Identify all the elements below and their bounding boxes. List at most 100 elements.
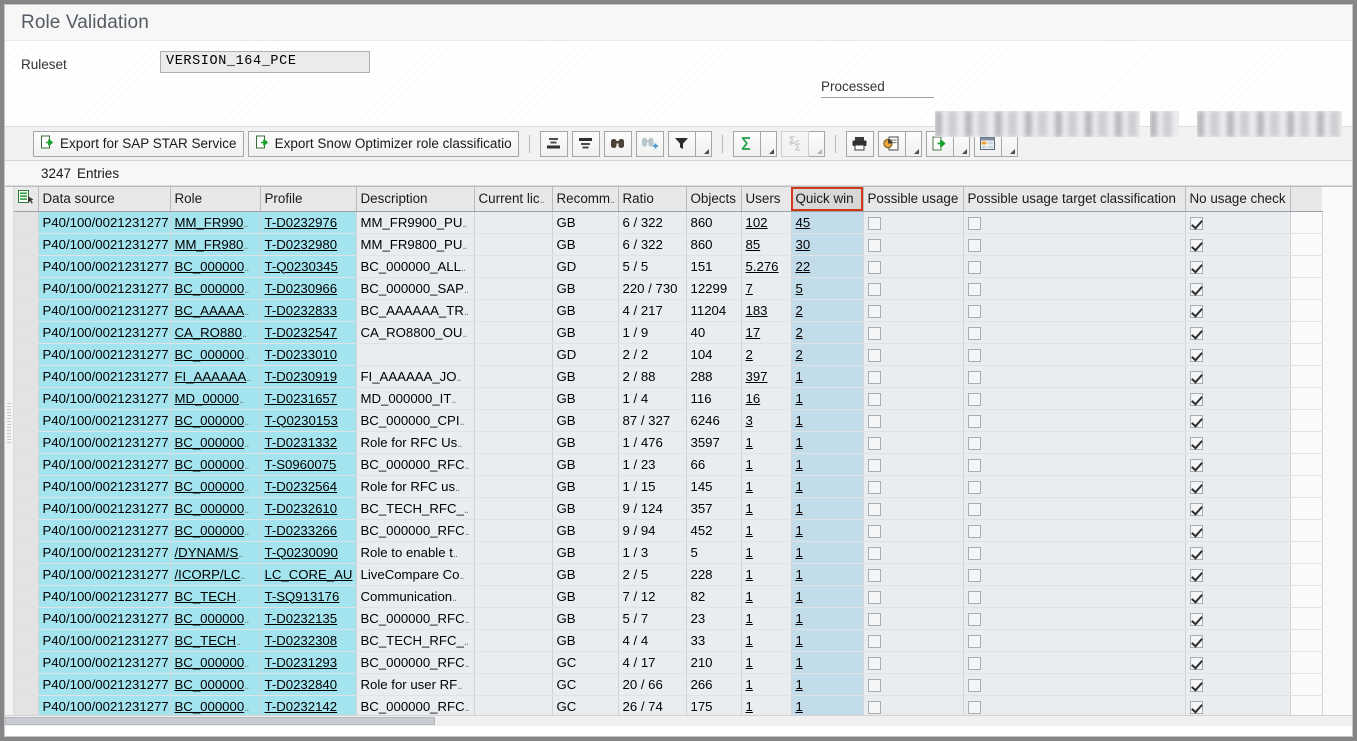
cell-quick-win[interactable]: 1: [790, 497, 864, 520]
cell-role[interactable]: BC_000000..: [170, 343, 261, 366]
cell-no-usage-check[interactable]: [1185, 519, 1291, 542]
quick-win-link[interactable]: 1: [796, 435, 803, 450]
cell-quick-win[interactable]: 2: [790, 321, 864, 344]
profile-link[interactable]: T-D0232980: [265, 237, 338, 252]
checkbox-checked[interactable]: [1189, 370, 1203, 384]
checkbox-checked[interactable]: [1189, 546, 1203, 560]
cell-profile[interactable]: LC_CORE_AU: [260, 563, 357, 586]
cell-possible-usage[interactable]: [863, 211, 964, 234]
checkbox-unchecked[interactable]: [967, 238, 981, 252]
role-link[interactable]: BC_000000: [175, 435, 245, 450]
cell-profile[interactable]: T-D0231332: [260, 431, 357, 454]
cell-profile[interactable]: T-D0232547: [260, 321, 357, 344]
cell-role[interactable]: CA_RO880..: [170, 321, 261, 344]
cell-no-usage-check[interactable]: [1185, 211, 1291, 234]
cell-quick-win[interactable]: 30: [790, 233, 864, 256]
cell-profile[interactable]: T-D0230919: [260, 365, 357, 388]
cell-role[interactable]: /DYNAM/S..: [170, 541, 261, 564]
cell-no-usage-check[interactable]: [1185, 321, 1291, 344]
cell-no-usage-check[interactable]: [1185, 409, 1291, 432]
cell-role[interactable]: BC_000000..: [170, 255, 261, 278]
profile-link[interactable]: T-D0233010: [265, 347, 338, 362]
cell-possible-usage[interactable]: [863, 321, 964, 344]
row-selector-cell[interactable]: [14, 519, 39, 542]
checkbox-checked[interactable]: [1189, 700, 1203, 714]
profile-link[interactable]: T-D0232840: [265, 677, 338, 692]
checkbox-checked[interactable]: [1189, 568, 1203, 582]
cell-possible-usage[interactable]: [863, 277, 964, 300]
checkbox-unchecked[interactable]: [867, 634, 881, 648]
profile-link[interactable]: T-D0230966: [265, 281, 338, 296]
profile-link[interactable]: T-D0232135: [265, 611, 338, 626]
cell-role[interactable]: MD_00000..: [170, 387, 261, 410]
cell-profile[interactable]: T-Q0230090: [260, 541, 357, 564]
cell-users[interactable]: 1: [741, 519, 792, 542]
cell-possible-usage[interactable]: [863, 695, 964, 718]
cell-possible-usage[interactable]: [863, 255, 964, 278]
table-row[interactable]: P40/100/0021231277 BC_TECH.. T-D0232308 BC_…: [14, 629, 1323, 652]
cell-possible-usage[interactable]: [863, 431, 964, 454]
cell-profile[interactable]: T-D0232833: [260, 299, 357, 322]
horizontal-scrollbar[interactable]: [5, 715, 1352, 726]
table-row[interactable]: P40/100/0021231277/DYNAM/S.. T-Q0230090 Ro…: [14, 541, 1323, 564]
checkbox-unchecked[interactable]: [967, 392, 981, 406]
users-link[interactable]: 1: [746, 545, 753, 560]
checkbox-unchecked[interactable]: [867, 370, 881, 384]
quick-win-link[interactable]: 45: [796, 215, 811, 230]
cell-users[interactable]: 1: [741, 673, 792, 696]
cell-profile[interactable]: T-D0232308: [260, 629, 357, 652]
cell-no-usage-check[interactable]: [1185, 673, 1291, 696]
chart-clipboard-icon[interactable]: [877, 130, 906, 157]
checkbox-checked[interactable]: [1189, 436, 1203, 450]
cell-role[interactable]: BC_000000..: [170, 519, 261, 542]
users-link[interactable]: 1: [746, 479, 753, 494]
quick-win-link[interactable]: 1: [796, 611, 803, 626]
cell-quick-win[interactable]: 1: [790, 563, 864, 586]
checkbox-checked[interactable]: [1189, 348, 1203, 362]
row-selector-cell[interactable]: [14, 365, 39, 388]
checkbox-unchecked[interactable]: [967, 678, 981, 692]
quick-win-link[interactable]: 1: [796, 369, 803, 384]
checkbox-checked[interactable]: [1189, 260, 1203, 274]
table-row[interactable]: P40/100/0021231277 BC_000000.. T-Q0230345 B…: [14, 255, 1323, 278]
cell-no-usage-check[interactable]: [1185, 651, 1291, 674]
profile-link[interactable]: T-D0231332: [265, 435, 338, 450]
quick-win-link[interactable]: 1: [796, 589, 803, 604]
cell-possible-usage[interactable]: [863, 651, 964, 674]
cell-users[interactable]: 7: [741, 277, 792, 300]
column-header-role[interactable]: Role: [170, 187, 261, 212]
users-link[interactable]: 1: [746, 523, 753, 538]
checkbox-checked[interactable]: [1189, 216, 1203, 230]
cell-possible-usage-target-classification[interactable]: [963, 629, 1186, 652]
checkbox-unchecked[interactable]: [967, 414, 981, 428]
row-selector-cell[interactable]: [14, 563, 39, 586]
cell-quick-win[interactable]: 1: [790, 607, 864, 630]
quick-win-link[interactable]: 5: [796, 281, 803, 296]
users-link[interactable]: 1: [746, 457, 753, 472]
row-selector-cell[interactable]: [14, 475, 39, 498]
cell-possible-usage-target-classification[interactable]: [963, 541, 1186, 564]
profile-link[interactable]: T-SQ913176: [265, 589, 340, 604]
checkbox-checked[interactable]: [1189, 656, 1203, 670]
role-link[interactable]: BC_000000: [175, 655, 245, 670]
checkbox-unchecked[interactable]: [967, 546, 981, 560]
cell-possible-usage[interactable]: [863, 453, 964, 476]
profile-link[interactable]: T-D0232976: [265, 215, 338, 230]
profile-link[interactable]: T-Q0230090: [265, 545, 338, 560]
row-selector-cell[interactable]: [14, 343, 39, 366]
checkbox-unchecked[interactable]: [867, 480, 881, 494]
cell-users[interactable]: 1: [741, 541, 792, 564]
role-link[interactable]: FI_AAAAAA: [175, 369, 247, 384]
checkbox-unchecked[interactable]: [867, 326, 881, 340]
cell-possible-usage[interactable]: [863, 387, 964, 410]
users-link[interactable]: 1: [746, 501, 753, 516]
quick-win-link[interactable]: 1: [796, 699, 803, 714]
cell-possible-usage[interactable]: [863, 409, 964, 432]
cell-no-usage-check[interactable]: [1185, 343, 1291, 366]
table-row[interactable]: P40/100/0021231277 BC_AAAAA.. T-D0232833 BC…: [14, 299, 1323, 322]
users-link[interactable]: 5.276: [746, 259, 779, 274]
checkbox-unchecked[interactable]: [967, 568, 981, 582]
cell-possible-usage-target-classification[interactable]: [963, 519, 1186, 542]
profile-link[interactable]: T-D0232547: [265, 325, 338, 340]
table-row[interactable]: P40/100/0021231277 BC_000000.. T-Q0230153 B…: [14, 409, 1323, 432]
